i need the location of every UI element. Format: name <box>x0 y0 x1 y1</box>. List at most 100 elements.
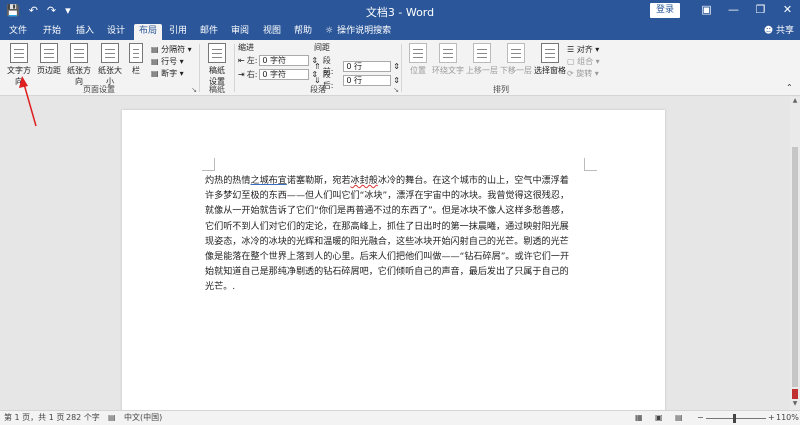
group-button[interactable]: ▢ 组合 ▾ <box>567 56 600 67</box>
status-bar: 第 1 页，共 1 页 282 个字 ▤ 中文(中国) ▦ ▣ ▤ − + 11… <box>0 410 800 425</box>
web-layout-icon[interactable]: ▤ <box>675 411 683 425</box>
scrollbar-thumb[interactable] <box>792 147 798 387</box>
crop-mark-top-right <box>584 158 597 171</box>
tab-design[interactable]: 设计 <box>104 24 128 40</box>
breaks-button[interactable]: ▤ 分隔符 ▾ <box>151 44 192 55</box>
group-separator <box>199 44 200 92</box>
zoom-level[interactable]: 110% <box>776 411 799 425</box>
margins-label: 页边距 <box>37 66 61 75</box>
align-button[interactable]: ☰ 对齐 ▾ <box>567 44 599 55</box>
document-page[interactable]: 灼热的热情之城布宜诺塞勒斯，宛若冰封般冰冷的舞台。在这个城市的山上，空气中漂浮着… <box>122 110 665 425</box>
draft-settings-label-1: 稿纸 <box>209 66 225 75</box>
print-layout-icon[interactable]: ▣ <box>655 411 663 425</box>
indent-left-label: 左: <box>246 56 258 65</box>
indent-heading: 缩进 <box>238 43 254 52</box>
selection-pane-label: 选择窗格 <box>534 66 566 75</box>
size-label: 纸张大小 <box>98 66 122 86</box>
text-direction-label: 文字方向 <box>7 66 31 86</box>
columns-button[interactable]: 栏 <box>125 43 147 76</box>
orientation-button[interactable]: 纸张方向 <box>64 43 94 87</box>
indent-right-input[interactable]: 0 字符 <box>259 69 310 80</box>
language[interactable]: 中文(中国) <box>124 411 162 425</box>
size-button[interactable]: 纸张大小 <box>95 43 125 87</box>
selection-pane-button[interactable]: 选择窗格 <box>533 43 567 76</box>
tell-me-search[interactable]: ☼ 操作说明搜索 <box>325 24 391 38</box>
tab-layout[interactable]: 布局 <box>134 24 162 40</box>
minimize-icon[interactable]: — <box>720 2 747 18</box>
tab-home[interactable]: 开始 <box>40 24 64 40</box>
document-line: 灼热的热情之城布宜诺塞勒斯，宛若冰封般冰冷的舞台。在这个城市的山上，空气中漂浮着 <box>205 174 587 189</box>
page-setup-launcher-icon[interactable]: ↘ <box>191 86 197 94</box>
close-icon[interactable]: ✕ <box>774 2 800 18</box>
tab-insert[interactable]: 插入 <box>73 24 97 40</box>
indent-left-control: ⇤ 左: 0 字符 ⇕ <box>238 55 318 66</box>
indent-right-icon: ⇥ <box>238 70 245 79</box>
tab-help[interactable]: 帮助 <box>291 24 315 40</box>
scroll-up-icon[interactable]: ▲ <box>790 97 800 107</box>
tab-review[interactable]: 审阅 <box>228 24 252 40</box>
zoom-out-button[interactable]: − <box>697 411 704 425</box>
maximize-icon[interactable]: ❐ <box>747 2 774 18</box>
tab-references[interactable]: 引用 <box>166 24 190 40</box>
ribbon-display-icon[interactable]: ▣ <box>693 2 720 18</box>
draft-settings-button[interactable]: 稿纸 设置 <box>203 43 231 87</box>
crop-mark-top-left <box>202 158 215 171</box>
document-line: 许多梦幻至极的东西——但人们叫它们“冰块”，漂浮在宇宙中的冰块。我曾觉得这很残忍… <box>205 191 570 202</box>
tab-file[interactable]: 文件 <box>6 24 30 40</box>
indent-left-input[interactable]: 0 字符 <box>259 55 310 66</box>
text-run-misspelled: 冰封般 <box>350 176 378 186</box>
text-run: 冰冷的舞台。在这个城市的山上，空气中漂浮着 <box>377 176 569 186</box>
text-direction-button[interactable]: 文字方向 <box>4 43 34 87</box>
zoom-in-button[interactable]: + <box>768 411 775 425</box>
collapse-ribbon-icon[interactable]: ⌃ <box>786 82 793 93</box>
paragraph-group-label: 段落 <box>310 85 326 94</box>
document-line: 像是能落在整个世界上落到人的心里。后来人们把他们叫做——“钻石碎屑”。或许它们一… <box>205 252 570 263</box>
tab-mailings[interactable]: 邮件 <box>197 24 221 40</box>
page-setup-group-label: 页面设置 <box>83 85 115 94</box>
draft-group-label: 稿纸 <box>209 85 225 94</box>
proofing-icon[interactable]: ▤ <box>108 411 116 425</box>
document-line: 就像从一开始就告诉了它们“你们是再普通不过的东西了”。但是冰块不像人这样多愁善感… <box>205 206 570 217</box>
text-run-underlined: 之城布宜 <box>250 176 287 186</box>
page-count[interactable]: 第 1 页，共 1 页 <box>4 411 64 425</box>
send-backward-button[interactable]: 下移一层 <box>499 43 533 76</box>
group-page-setup: 文字方向 页边距 纸张方向 纸张大小 栏 ▤ 分隔符 ▾ ▤ 行号 ▾ ▤ 断字… <box>0 40 198 96</box>
tab-view[interactable]: 视图 <box>260 24 284 40</box>
line-numbers-button[interactable]: ▤ 行号 ▾ <box>151 56 184 67</box>
scroll-marker <box>792 389 798 399</box>
line-numbers-label: 行号 <box>161 57 178 66</box>
orientation-icon <box>70 43 88 63</box>
hyphenation-icon: ▤ <box>151 69 159 78</box>
text-run: 灼热的热情 <box>205 176 251 186</box>
vertical-scrollbar[interactable]: ▲ ▼ <box>790 97 800 410</box>
rotate-icon: ⟳ <box>567 69 574 78</box>
document-area: 灼热的热情之城布宜诺塞勒斯，宛若冰封般冰冷的舞台。在这个城市的山上，空气中漂浮着… <box>0 97 790 425</box>
rotate-button[interactable]: ⟳ 旋转 ▾ <box>567 68 599 79</box>
zoom-slider-thumb[interactable] <box>733 414 736 423</box>
group-paragraph: 缩进 间距 ⇤ 左: 0 字符 ⇕ ⇥ 右: 0 字符 ⇕ ⇑ 段前: 0 行 … <box>236 40 400 96</box>
margins-button[interactable]: 页边距 <box>34 43 64 76</box>
login-button[interactable]: 登录 <box>650 3 680 18</box>
wrap-text-button[interactable]: 环绕文字 <box>431 43 465 76</box>
word-count[interactable]: 282 个字 <box>66 411 100 425</box>
share-button[interactable]: ☻ 共享 <box>764 24 794 38</box>
share-label: 共享 <box>775 26 794 36</box>
paragraph-launcher-icon[interactable]: ↘ <box>393 86 399 94</box>
indent-right-control: ⇥ 右: 0 字符 ⇕ <box>238 69 318 80</box>
document-body[interactable]: 灼热的热情之城布宜诺塞勒斯，宛若冰封般冰冷的舞台。在这个城市的山上，空气中漂浮着… <box>205 174 587 296</box>
document-line: 光芒。. <box>205 282 236 293</box>
send-backward-label: 下移一层 <box>500 66 532 75</box>
bring-forward-button[interactable]: 上移一层 <box>465 43 499 76</box>
spacing-heading: 间距 <box>314 43 330 52</box>
scroll-down-icon[interactable]: ▼ <box>790 400 800 410</box>
arrange-group-label: 排列 <box>493 85 509 94</box>
send-backward-icon <box>507 43 525 63</box>
zoom-slider[interactable] <box>706 418 766 419</box>
hyphenation-button[interactable]: ▤ 断字 ▾ <box>151 68 184 79</box>
read-mode-icon[interactable]: ▦ <box>635 411 643 425</box>
indent-right-label: 右: <box>246 70 258 79</box>
position-button[interactable]: 位置 <box>405 43 431 76</box>
wrap-text-icon <box>439 43 457 63</box>
group-label: 组合 <box>577 57 594 66</box>
group-separator <box>234 44 235 92</box>
